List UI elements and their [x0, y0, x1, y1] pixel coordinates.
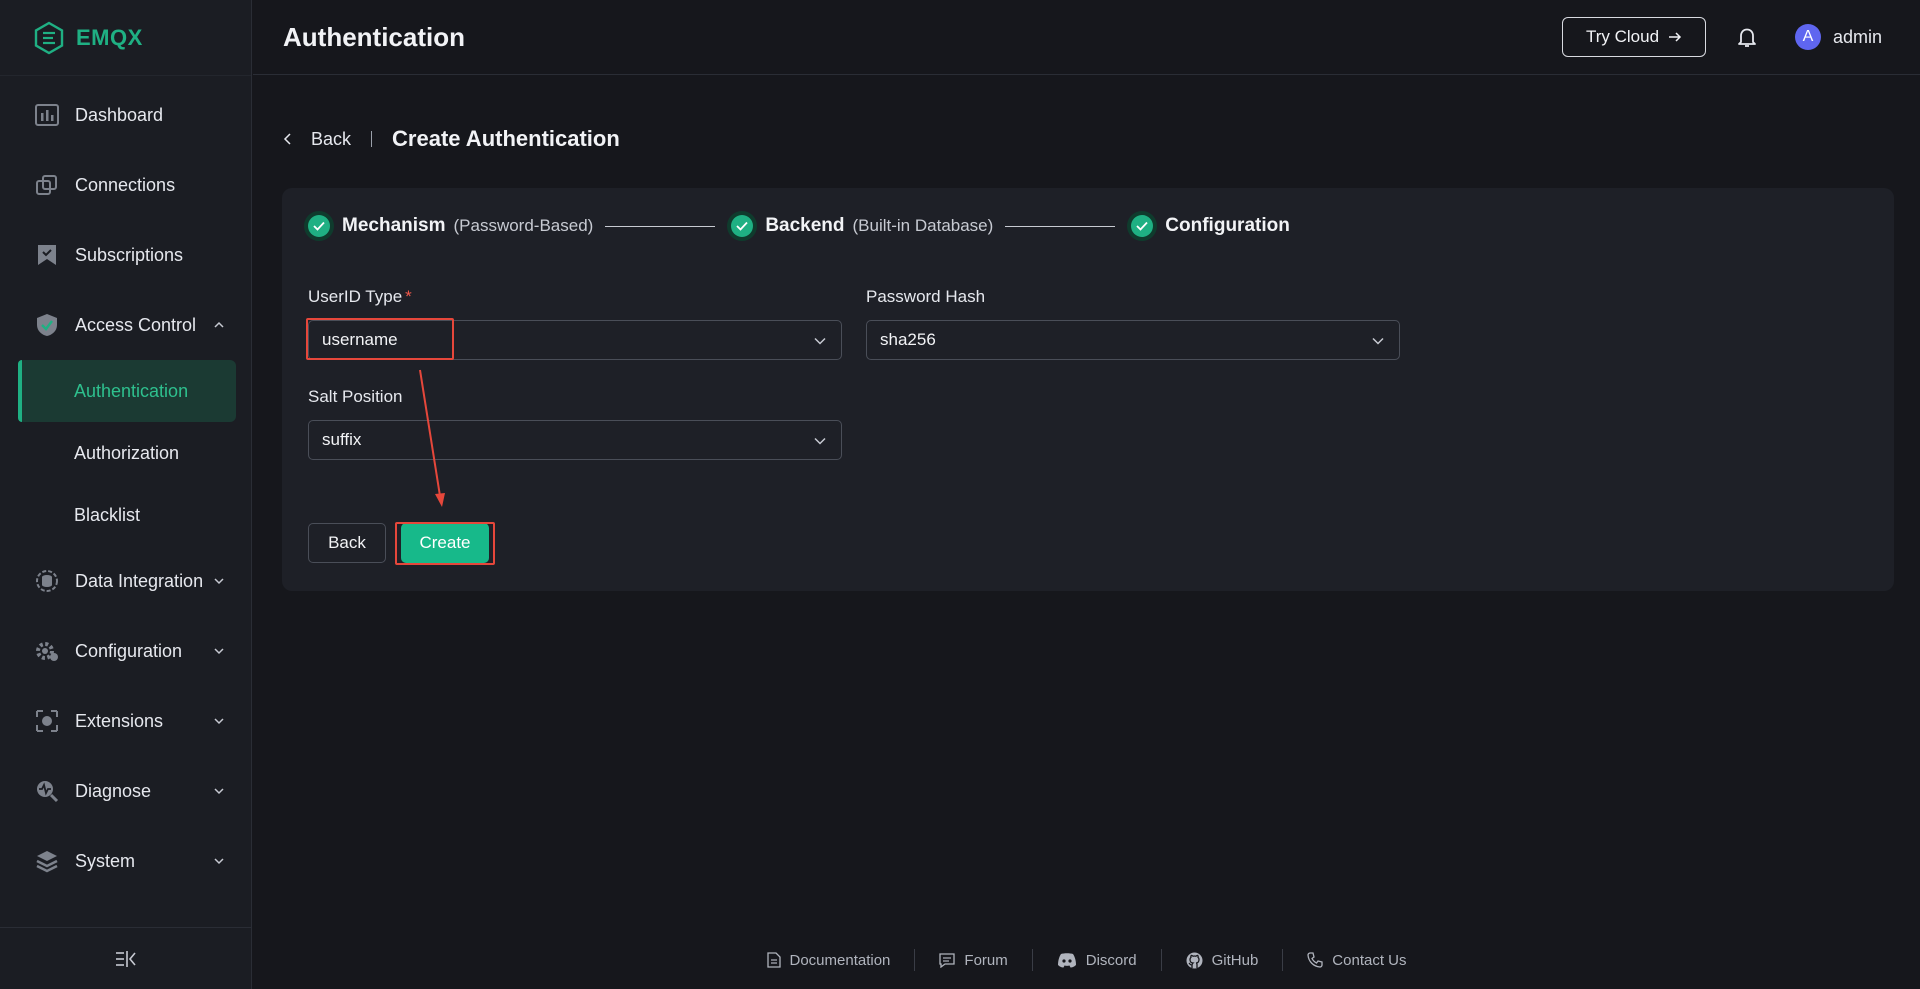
chevron-left-icon — [283, 133, 291, 145]
step-backend: Backend (Built-in Database) — [727, 211, 993, 241]
footer-link-documentation[interactable]: Documentation — [743, 952, 915, 969]
highlight-box — [395, 522, 495, 565]
label-text: Password Hash — [866, 287, 986, 306]
chevron-down-icon — [214, 718, 224, 725]
sidebar-nav: Dashboard Connections Subscriptions Acce… — [0, 76, 251, 896]
sidebar-item-dashboard[interactable]: Dashboard — [0, 80, 251, 150]
step-configuration: Configuration — [1127, 211, 1290, 241]
collapse-sidebar-button[interactable] — [0, 927, 252, 989]
try-cloud-button[interactable]: Try Cloud — [1562, 17, 1706, 57]
diagnose-icon — [34, 778, 60, 804]
username: admin — [1832, 26, 1882, 47]
check-circle-icon — [727, 211, 758, 241]
back-link-label: Back — [311, 128, 352, 149]
sidebar-item-label: Extensions — [75, 710, 164, 731]
password-hash-select[interactable]: sha256 — [866, 320, 1400, 360]
back-link[interactable]: Back — [283, 129, 351, 150]
sidebar-item-label: Data Integration — [75, 570, 204, 591]
select-value: sha256 — [880, 330, 936, 349]
dashboard-icon — [34, 102, 60, 128]
user-menu[interactable]: A admin — [1794, 24, 1882, 50]
system-icon — [34, 848, 60, 874]
sidebar-item-system[interactable]: System — [0, 826, 251, 896]
page-heading: Back Create Authentication — [283, 126, 620, 152]
create-authentication-card: Mechanism (Password-Based) Backend (Buil… — [282, 188, 1894, 591]
chevron-down-icon — [214, 648, 224, 655]
github-icon — [1186, 952, 1203, 968]
arrow-right-icon — [1669, 32, 1682, 42]
chevron-down-icon — [214, 858, 224, 865]
phone-icon — [1307, 952, 1323, 968]
chevron-down-icon — [1372, 337, 1384, 345]
footer-link-label: GitHub — [1211, 951, 1259, 969]
chat-icon — [939, 952, 956, 968]
try-cloud-label: Try Cloud — [1585, 27, 1660, 46]
collapse-sidebar-icon — [116, 950, 136, 967]
check-circle-icon — [1127, 211, 1158, 241]
emqx-logo-icon — [34, 21, 64, 54]
footer-link-contact-us[interactable]: Contact Us — [1283, 952, 1430, 969]
sidebar-item-label: Blacklist — [74, 504, 141, 525]
sidebar: EMQX Dashboard Connections Subscriptions… — [0, 0, 252, 989]
sidebar-item-configuration[interactable]: Configuration — [0, 616, 251, 686]
footer-link-label: Documentation — [789, 951, 891, 969]
sidebar-item-extensions[interactable]: Extensions — [0, 686, 251, 756]
footer-link-label: Discord — [1085, 951, 1137, 969]
subscriptions-icon — [34, 242, 60, 268]
back-button[interactable]: Back — [308, 523, 386, 563]
footer-link-discord[interactable]: Discord — [1033, 952, 1161, 969]
header-title: Authentication — [283, 21, 465, 52]
footer: Documentation Forum Discord GitHub Conta… — [253, 940, 1920, 980]
footer-link-label: Contact Us — [1332, 951, 1407, 969]
sidebar-item-label: Authentication — [74, 380, 189, 401]
sidebar-item-label: Subscriptions — [75, 244, 184, 265]
step-name: Configuration — [1165, 215, 1290, 236]
footer-link-label: Forum — [964, 951, 1008, 969]
sidebar-item-label: System — [75, 850, 136, 871]
chevron-down-icon — [814, 437, 826, 445]
sidebar-item-label: Access Control — [75, 314, 197, 335]
sidebar-item-label: Authorization — [74, 442, 180, 463]
avatar: A — [1794, 24, 1821, 50]
sidebar-item-access-control[interactable]: Access Control — [0, 290, 251, 360]
step-connector — [605, 225, 716, 227]
sidebar-item-authentication[interactable]: Authentication — [18, 360, 236, 422]
sidebar-item-label: Configuration — [75, 640, 183, 661]
sidebar-item-connections[interactable]: Connections — [0, 150, 251, 220]
step-name: Backend — [765, 215, 845, 236]
chevron-up-icon — [214, 321, 224, 328]
chevron-down-icon — [814, 337, 826, 345]
sidebar-item-authorization[interactable]: Authorization — [0, 422, 251, 484]
configuration-icon — [34, 638, 60, 664]
connections-icon — [34, 172, 60, 198]
bell-icon[interactable] — [1735, 25, 1759, 49]
footer-link-github[interactable]: GitHub — [1162, 952, 1283, 969]
extensions-icon — [34, 708, 60, 734]
document-icon — [766, 952, 781, 968]
footer-link-forum[interactable]: Forum — [915, 952, 1031, 969]
sidebar-item-blacklist[interactable]: Blacklist — [0, 484, 251, 546]
password-hash-label: Password Hash — [866, 287, 985, 307]
logo[interactable]: EMQX — [0, 0, 251, 76]
sidebar-item-data-integration[interactable]: Data Integration — [0, 546, 251, 616]
sidebar-item-label: Dashboard — [75, 104, 164, 125]
step-detail: (Built-in Database) — [852, 216, 994, 235]
step-connector — [1005, 225, 1116, 227]
top-header: Authentication Try Cloud A admin — [253, 0, 1920, 75]
heading-divider — [371, 131, 373, 147]
chevron-down-icon — [214, 788, 224, 795]
sidebar-item-subscriptions[interactable]: Subscriptions — [0, 220, 251, 290]
discord-icon — [1057, 952, 1076, 967]
data-integration-icon — [34, 568, 60, 594]
sidebar-item-label: Connections — [75, 174, 176, 195]
page-title: Create Authentication — [392, 126, 620, 151]
access-control-icon — [34, 312, 60, 338]
annotation-arrow — [419, 369, 445, 507]
sidebar-item-diagnose[interactable]: Diagnose — [0, 756, 251, 826]
brand-name: EMQX — [76, 24, 143, 50]
sidebar-item-label: Diagnose — [75, 780, 152, 801]
chevron-down-icon — [214, 578, 224, 585]
